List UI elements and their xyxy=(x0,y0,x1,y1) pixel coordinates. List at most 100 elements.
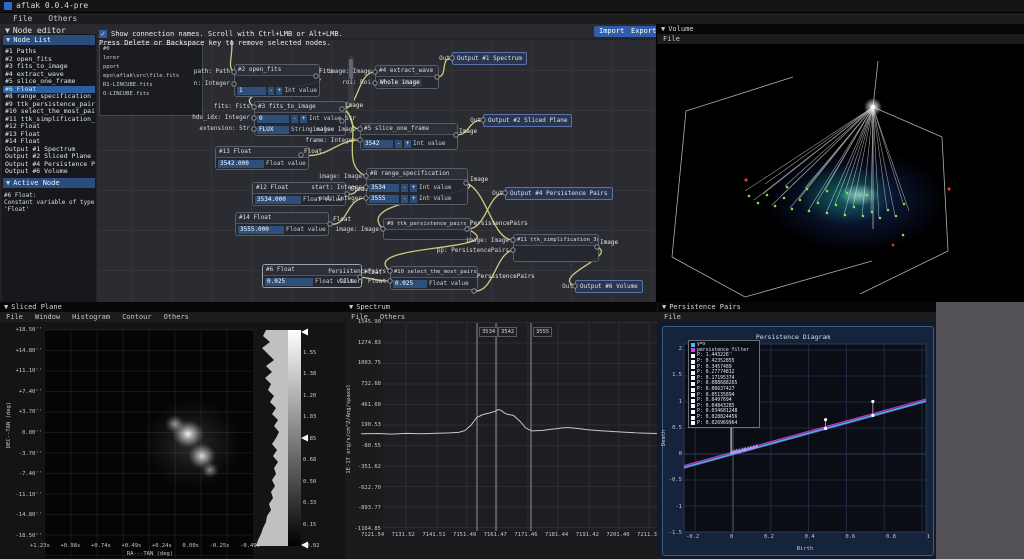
tick-label: 7181.44 xyxy=(545,532,568,539)
node-title[interactable]: #13 Float xyxy=(216,147,308,158)
node-list-item[interactable]: #9 ttk_persistence_pairs_3d xyxy=(3,101,95,109)
tick-label: +1.23s xyxy=(30,543,50,550)
node-title[interactable]: #4 extract_wave xyxy=(376,66,438,77)
int-field-end[interactable]: 3555 xyxy=(369,195,399,203)
export-button[interactable]: Export xyxy=(626,26,657,37)
node-list-item[interactable]: Output #1 Spectrum xyxy=(3,146,95,154)
field-label: Float value xyxy=(266,160,306,168)
node-list-item[interactable]: #10 select_the_most_pairs xyxy=(3,108,95,116)
node-title[interactable]: #9 ttk_persistence_pairs_3d xyxy=(384,219,470,230)
volume-panel-title[interactable]: ▼Volume xyxy=(657,24,1024,34)
legend-swatch xyxy=(691,376,695,380)
tick-label: -18.50'' xyxy=(16,533,43,539)
tick-label: 0.4 xyxy=(805,534,815,541)
file-row[interactable]: lorer xyxy=(100,54,202,63)
increment-button[interactable]: + xyxy=(276,87,282,95)
collapse-icon: ▼ xyxy=(6,179,10,187)
wire-label: PersistencePairs xyxy=(470,220,528,227)
node-title[interactable]: #10 select_the_most_pairs xyxy=(391,267,477,278)
legend-pair-entries: P: 1.443226P: 0.42352855P: 0.3457489P: 0… xyxy=(691,353,757,426)
increment-button[interactable]: + xyxy=(410,195,417,203)
field-label: Int value xyxy=(419,184,452,192)
menu-item[interactable]: Others xyxy=(158,313,195,321)
node-list-header[interactable]: ▼Node List xyxy=(3,35,95,45)
input-slot-label: path: Path xyxy=(150,68,230,75)
legend: y=x persistence_filter P: 1.443226P: 0.4… xyxy=(688,340,760,428)
menu-item[interactable]: File xyxy=(0,313,29,321)
spectrum-title[interactable]: ▼Spectrum xyxy=(345,302,657,312)
menu-item[interactable]: File xyxy=(657,35,686,43)
float-field[interactable]: 3555.000 xyxy=(238,226,284,234)
node-list-item[interactable]: Output #2 Sliced Plane xyxy=(3,153,95,161)
decrement-button[interactable]: - xyxy=(401,184,408,192)
menu-item[interactable]: Others xyxy=(41,14,84,23)
legend-swatch xyxy=(691,393,695,397)
node-output-1-spectrum[interactable]: Output #1 Spectrum xyxy=(452,52,527,65)
spectrum-plot[interactable] xyxy=(345,302,657,559)
legend-row[interactable]: P: 0.026969964 xyxy=(691,420,757,426)
node-list-item[interactable]: #2 open_fits xyxy=(3,56,95,64)
node-list-item[interactable]: #11 ttk_simplification_3d xyxy=(3,116,95,124)
node-output-4-persistence-pairs[interactable]: Output #4 Persistence Pairs xyxy=(505,187,613,200)
menu-item[interactable]: File xyxy=(6,14,39,23)
node-list-item[interactable]: #14 Float xyxy=(3,138,95,146)
node-select-the-most-pairs[interactable]: #10 select_the_most_pairs 0.025 Float va… xyxy=(390,266,478,290)
node-list-item[interactable]: #6 Float xyxy=(3,86,95,94)
active-node-header[interactable]: ▼Active Node xyxy=(3,178,95,188)
decrement-button[interactable]: - xyxy=(268,87,274,95)
node-list-item[interactable]: #12 Float xyxy=(3,123,95,131)
menu-item[interactable]: Contour xyxy=(116,313,158,321)
node-list-item[interactable]: #1 Paths xyxy=(3,48,95,56)
colorbar[interactable] xyxy=(288,330,301,546)
tick-label: 1 xyxy=(927,534,930,541)
sliced-plane-title[interactable]: ▼Sliced Plane xyxy=(0,302,345,312)
show-connection-names-checkbox[interactable]: ✓ xyxy=(99,30,107,38)
float-field[interactable]: 0.025 xyxy=(393,280,427,288)
menu-item[interactable]: Window xyxy=(29,313,66,321)
frame-marker-label[interactable]: 3555 xyxy=(533,327,552,337)
collapse-icon: ▼ xyxy=(349,303,353,311)
node-title[interactable]: #8 range_specification xyxy=(367,169,467,180)
node-list-item[interactable]: Output #6 Volume xyxy=(3,168,95,176)
node-extract-wave[interactable]: #4 extract_wave Whole image xyxy=(375,65,439,89)
float-field[interactable]: 3542.000 xyxy=(218,160,264,168)
node-ttk-simplification-3d[interactable]: #11 ttk_simplification_3d xyxy=(513,234,599,262)
node-title[interactable]: #11 ttk_simplification_3d xyxy=(514,235,598,246)
tick-label: 0.6 xyxy=(845,534,855,541)
tick-label: 7121.54 xyxy=(361,532,384,539)
node-slice-one-frame[interactable]: #5 slice_one_frame 3542 - + Int value xyxy=(360,123,458,150)
node-list-item[interactable]: #3 fits_to_image xyxy=(3,63,95,71)
decrement-button[interactable]: - xyxy=(291,115,298,123)
file-row[interactable]: O-LINCUBE.fits xyxy=(100,90,202,99)
decrement-button[interactable]: - xyxy=(395,140,402,148)
node-list-item[interactable]: #5 slice_one_frame xyxy=(3,78,95,86)
increment-button[interactable]: + xyxy=(410,184,417,192)
collapse-icon: ▼ xyxy=(4,303,8,311)
input-slot-label: filter: Float xyxy=(306,278,386,285)
increment-button[interactable]: + xyxy=(300,115,307,123)
int-field[interactable]: 1 xyxy=(237,87,266,95)
node-title[interactable]: #5 slice_one_frame xyxy=(361,124,457,135)
roi-value[interactable]: Whole image xyxy=(378,79,422,87)
node-graph-canvas[interactable]: #0lorerpportepo\aflak\src\file.fitsR1-LI… xyxy=(97,40,657,302)
node-output-6-volume[interactable]: Output #6 Volume xyxy=(575,280,643,293)
node-title[interactable]: #3 fits_to_image xyxy=(255,102,345,113)
node-list-item[interactable]: Output #4 Persistence Pairs xyxy=(3,161,95,169)
decrement-button[interactable]: - xyxy=(401,195,408,203)
increment-button[interactable]: + xyxy=(404,140,411,148)
node-float-13[interactable]: #13 Float 3542.000 Float value xyxy=(215,146,309,170)
node-list-item[interactable]: #13 Float xyxy=(3,131,95,139)
node-list-item[interactable]: #4 extract_wave xyxy=(3,71,95,79)
node-title[interactable]: #14 Float xyxy=(236,213,328,224)
node-list-item[interactable]: #8 range_specification xyxy=(3,93,95,101)
int-field[interactable]: 3542 xyxy=(363,140,393,148)
int-field-start[interactable]: 3534 xyxy=(369,184,399,192)
volume-3d-view[interactable] xyxy=(657,45,1024,301)
import-button[interactable]: Import xyxy=(594,26,629,37)
menu-item[interactable]: Histogram xyxy=(66,313,116,321)
int-field[interactable]: 0 xyxy=(257,115,289,123)
node-output-2-sliced-plane[interactable]: Output #2 Sliced Plane xyxy=(483,114,572,127)
frame-marker-label[interactable]: 3542 xyxy=(498,327,517,337)
frame-marker-label[interactable]: 3534 xyxy=(479,327,498,337)
node-range-specification[interactable]: #8 range_specification 3534 - + Int valu… xyxy=(366,168,468,205)
